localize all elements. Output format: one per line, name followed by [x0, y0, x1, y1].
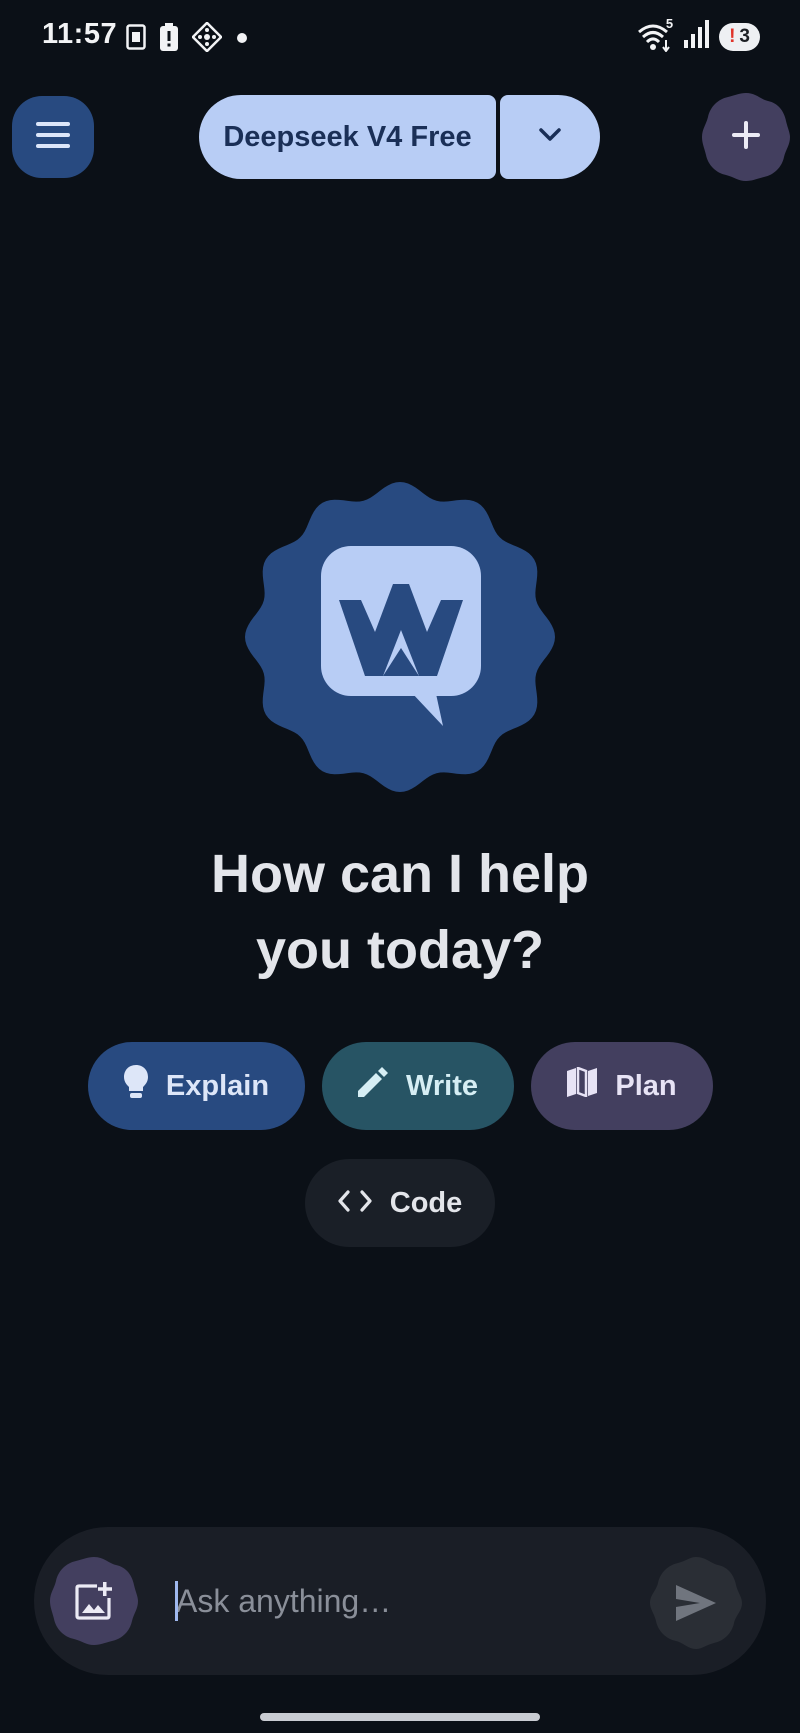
wifi-label: 5 [665, 15, 674, 31]
notification-alert-mark: ! [729, 25, 736, 47]
text-caret [175, 1581, 178, 1621]
app-logo [243, 480, 557, 794]
suggestion-label: Write [406, 1069, 478, 1102]
connect-icon [191, 21, 223, 57]
model-dropdown-button[interactable] [500, 95, 600, 179]
add-image-icon [75, 1582, 113, 1625]
suggestion-plan-button[interactable]: Plan [531, 1042, 713, 1130]
dot-icon [236, 31, 248, 49]
notification-badge: ! 3 [719, 22, 760, 51]
pencil-icon [358, 1067, 388, 1105]
lightbulb-icon [123, 1065, 148, 1107]
suggestion-label: Explain [165, 1069, 270, 1102]
status-bar: 11:57 5 ! 3 [0, 0, 800, 74]
sim-card-icon [126, 24, 146, 55]
attach-image-button[interactable] [48, 1555, 140, 1647]
suggestion-label: Code [389, 1186, 463, 1219]
model-name-button[interactable]: Deepseek V4 Free [199, 95, 496, 179]
plus-icon [732, 120, 760, 154]
new-chat-button[interactable] [700, 91, 792, 183]
wifi-icon: 5 [637, 16, 673, 53]
suggestion-code-button[interactable]: Code [305, 1159, 495, 1247]
menu-button[interactable] [12, 96, 94, 178]
suggestion-label: Plan [615, 1069, 677, 1102]
suggestion-write-button[interactable]: Write [322, 1042, 514, 1130]
greeting-text: How can I help you today? [210, 844, 590, 980]
map-icon [567, 1066, 598, 1105]
ask-input[interactable] [174, 1571, 646, 1631]
battery-alert-icon [160, 23, 178, 56]
hamburger-menu-icon [36, 121, 70, 153]
suggestion-explain-button[interactable]: Explain [88, 1042, 305, 1130]
signal-icon [683, 20, 710, 53]
app-logo-chat-bubble-icon [245, 482, 555, 792]
notification-count: 3 [739, 25, 750, 47]
model-selector: Deepseek V4 Free [199, 95, 600, 179]
status-time: 11:57 [42, 18, 118, 50]
chevron-down-icon [539, 127, 561, 147]
composer [34, 1527, 766, 1675]
greeting-heading: How can I help you today? [0, 836, 800, 988]
send-button[interactable] [648, 1555, 744, 1651]
home-indicator[interactable] [260, 1713, 540, 1721]
code-brackets-icon [338, 1187, 372, 1220]
status-right-icons: 5 ! 3 [637, 16, 760, 53]
status-left-icons [126, 21, 248, 57]
send-icon [676, 1585, 716, 1626]
